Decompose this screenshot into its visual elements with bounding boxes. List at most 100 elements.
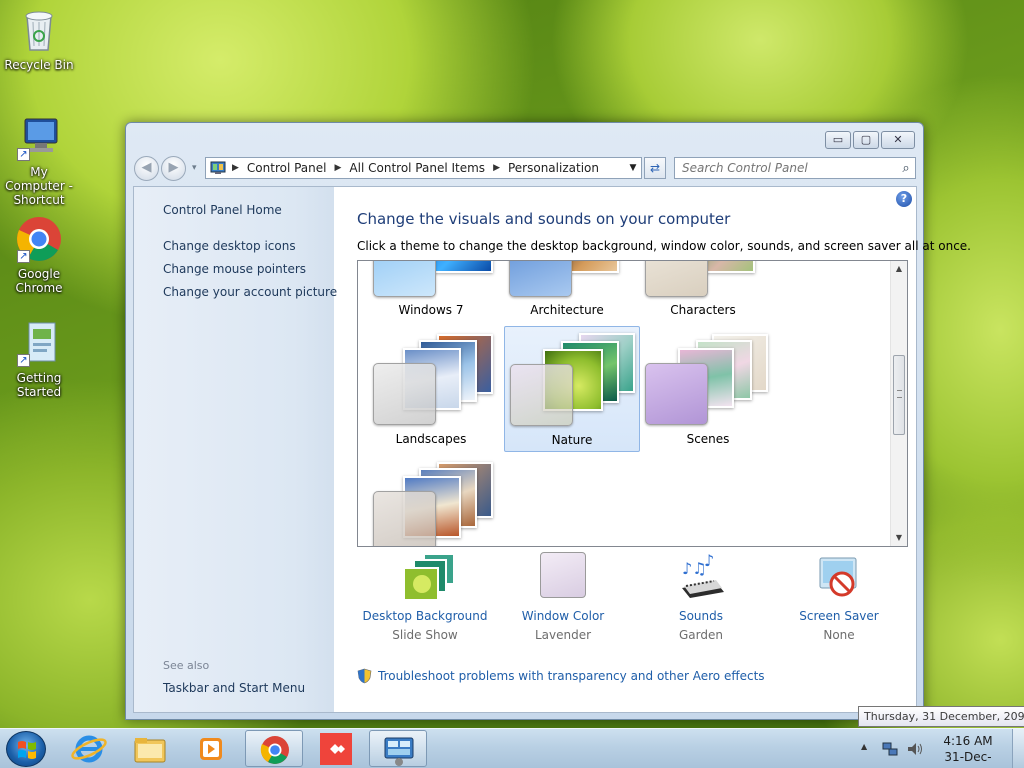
theme-label: Landscapes [395, 432, 467, 446]
start-button[interactable] [6, 731, 46, 767]
search-box: ⌕ [674, 157, 916, 179]
sounds-icon: ♪♫ ♪ [676, 551, 726, 602]
address-bar[interactable]: ▶ Control Panel ▶ All Control Panel Item… [205, 157, 642, 179]
getting-started-icon: ↗ [15, 319, 63, 367]
theme-windows-7[interactable]: Windows 7 [363, 261, 499, 317]
maximize-button[interactable]: ▢ [853, 131, 879, 149]
show-hidden-icons-button[interactable]: ▲ [861, 742, 867, 751]
desktop-icon-getting-started[interactable]: ↗ Getting Started [0, 319, 78, 399]
refresh-button[interactable]: ⇄ [644, 157, 666, 179]
theme-architecture[interactable]: Architecture [499, 261, 635, 317]
screen-saver-setting[interactable]: Screen Saver None [769, 552, 909, 642]
theme-nature[interactable]: Nature [504, 326, 640, 452]
desktop-icon-my-computer[interactable]: ↗ My Computer - Shortcut [0, 113, 78, 207]
scroll-down-icon[interactable]: ▼ [891, 530, 907, 546]
search-input[interactable] [682, 161, 897, 175]
theme-list: Windows 7 Architecture Characters Landsc… [357, 260, 908, 547]
taskbar-clock[interactable]: 4:16 AM 31-Dec- [938, 733, 998, 765]
sidebar-link-desktop-icons[interactable]: Change desktop icons [163, 239, 296, 253]
page-title: Change the visuals and sounds on your co… [357, 210, 731, 228]
theme-color-swatch [373, 363, 436, 425]
sounds-setting[interactable]: ♪♫ ♪ Sounds Garden [631, 551, 771, 642]
theme-color-swatch [373, 261, 436, 297]
scrollbar-thumb[interactable] [893, 355, 905, 435]
minimize-button[interactable]: ▭ [825, 131, 851, 149]
taskbar-media-player[interactable] [182, 730, 240, 767]
network-icon[interactable] [881, 741, 899, 760]
taskbar-file-explorer[interactable] [121, 730, 179, 767]
theme-characters[interactable]: Characters [635, 261, 771, 317]
desktop-icon-label: Getting Started [16, 371, 62, 399]
breadcrumb-control-panel[interactable]: Control Panel [247, 161, 327, 175]
chrome-icon: ↗ [15, 215, 63, 263]
theme-unnamed[interactable] [363, 454, 499, 546]
taskbar-chrome[interactable] [245, 730, 303, 767]
see-also-heading: See also [163, 659, 210, 672]
desktop-icon-recycle-bin[interactable]: Recycle Bin [0, 6, 78, 72]
screen-saver-value: None [823, 628, 855, 642]
taskbar-internet-explorer[interactable] [60, 730, 118, 767]
internet-explorer-icon [71, 735, 107, 763]
close-button[interactable]: ✕ [881, 131, 915, 149]
address-dropdown-icon[interactable]: ▼ [625, 163, 641, 173]
desktop-background-icon [400, 552, 455, 602]
sidebar-link-taskbar-start-menu[interactable]: Taskbar and Start Menu [163, 681, 305, 695]
shield-icon [357, 668, 372, 684]
theme-landscapes[interactable]: Landscapes [363, 326, 499, 452]
breadcrumb-separator-icon: ▶ [334, 163, 342, 173]
window-color-value: Lavender [534, 628, 592, 642]
desktop-background-link[interactable]: Desktop Background [355, 609, 495, 623]
svg-text:♪♫: ♪♫ [682, 559, 707, 578]
breadcrumb-separator-icon: ▶ [493, 163, 500, 173]
shortcut-arrow-icon: ↗ [17, 250, 30, 263]
scrollbar-grip-icon [897, 390, 902, 398]
main-panel: ? Change the visuals and sounds on your … [334, 187, 971, 712]
taskbar-anydesk[interactable] [307, 730, 365, 767]
theme-color-swatch [510, 364, 573, 426]
help-icon[interactable]: ? [896, 191, 912, 207]
sidebar-link-account-picture[interactable]: Change your account picture [163, 285, 337, 299]
sounds-link[interactable]: Sounds [631, 609, 771, 623]
theme-list-scrollbar[interactable]: ▲ ▼ [890, 261, 907, 546]
sidebar-link-control-panel-home[interactable]: Control Panel Home [163, 203, 282, 217]
sidebar-link-mouse-pointers[interactable]: Change mouse pointers [163, 262, 306, 276]
troubleshoot-link[interactable]: Troubleshoot problems with transparency … [357, 668, 765, 684]
breadcrumb-personalization[interactable]: Personalization [508, 161, 599, 175]
back-button[interactable]: ◀ [134, 156, 159, 181]
control-panel-icon [210, 161, 226, 175]
recent-pages-dropdown[interactable]: ▾ [192, 163, 197, 173]
desktop-icon-google-chrome[interactable]: ↗ Google Chrome [0, 215, 78, 295]
desktop-icon-label: Google Chrome [15, 267, 63, 295]
theme-scenes[interactable]: Scenes [640, 326, 776, 452]
desktop-icon-label: My Computer - Shortcut [5, 165, 73, 207]
scroll-up-icon[interactable]: ▲ [891, 261, 907, 277]
theme-label: Windows 7 [398, 303, 464, 317]
taskbar-control-panel[interactable] [369, 730, 427, 767]
theme-label: Architecture [530, 303, 604, 317]
window-controls: ▭ ▢ ✕ [825, 131, 915, 149]
screen-saver-link[interactable]: Screen Saver [769, 609, 909, 623]
volume-icon[interactable] [906, 741, 924, 760]
date-tooltip: Thursday, 31 December, 2099 [858, 706, 1024, 727]
media-player-icon [200, 738, 222, 760]
computer-icon: ↗ [15, 113, 63, 161]
windows-logo-icon [18, 741, 36, 759]
window-content: Control Panel Home Change desktop icons … [133, 186, 971, 713]
breadcrumb-all-items[interactable]: All Control Panel Items [349, 161, 485, 175]
desktop-background-setting[interactable]: Desktop Background Slide Show [355, 552, 495, 642]
sidebar: Control Panel Home Change desktop icons … [134, 187, 337, 712]
forward-button[interactable]: ▶ [161, 156, 186, 181]
recycle-bin-icon [15, 6, 63, 54]
desktop-background-value: Slide Show [392, 628, 458, 642]
svg-text:♪: ♪ [704, 552, 714, 570]
file-explorer-icon [134, 738, 166, 763]
window-color-link[interactable]: Window Color [493, 609, 633, 623]
search-icon[interactable]: ⌕ [897, 161, 915, 176]
window-color-setting[interactable]: Window Color Lavender [493, 552, 633, 642]
breadcrumb-separator-icon: ▶ [232, 163, 239, 173]
taskbar: ▲ 4:16 AM 31-Dec- [0, 728, 1024, 768]
show-desktop-button[interactable] [1012, 729, 1024, 768]
theme-color-swatch [373, 491, 436, 546]
troubleshoot-link-text[interactable]: Troubleshoot problems with transparency … [378, 669, 765, 683]
clock-date: 31-Dec- [944, 750, 992, 764]
